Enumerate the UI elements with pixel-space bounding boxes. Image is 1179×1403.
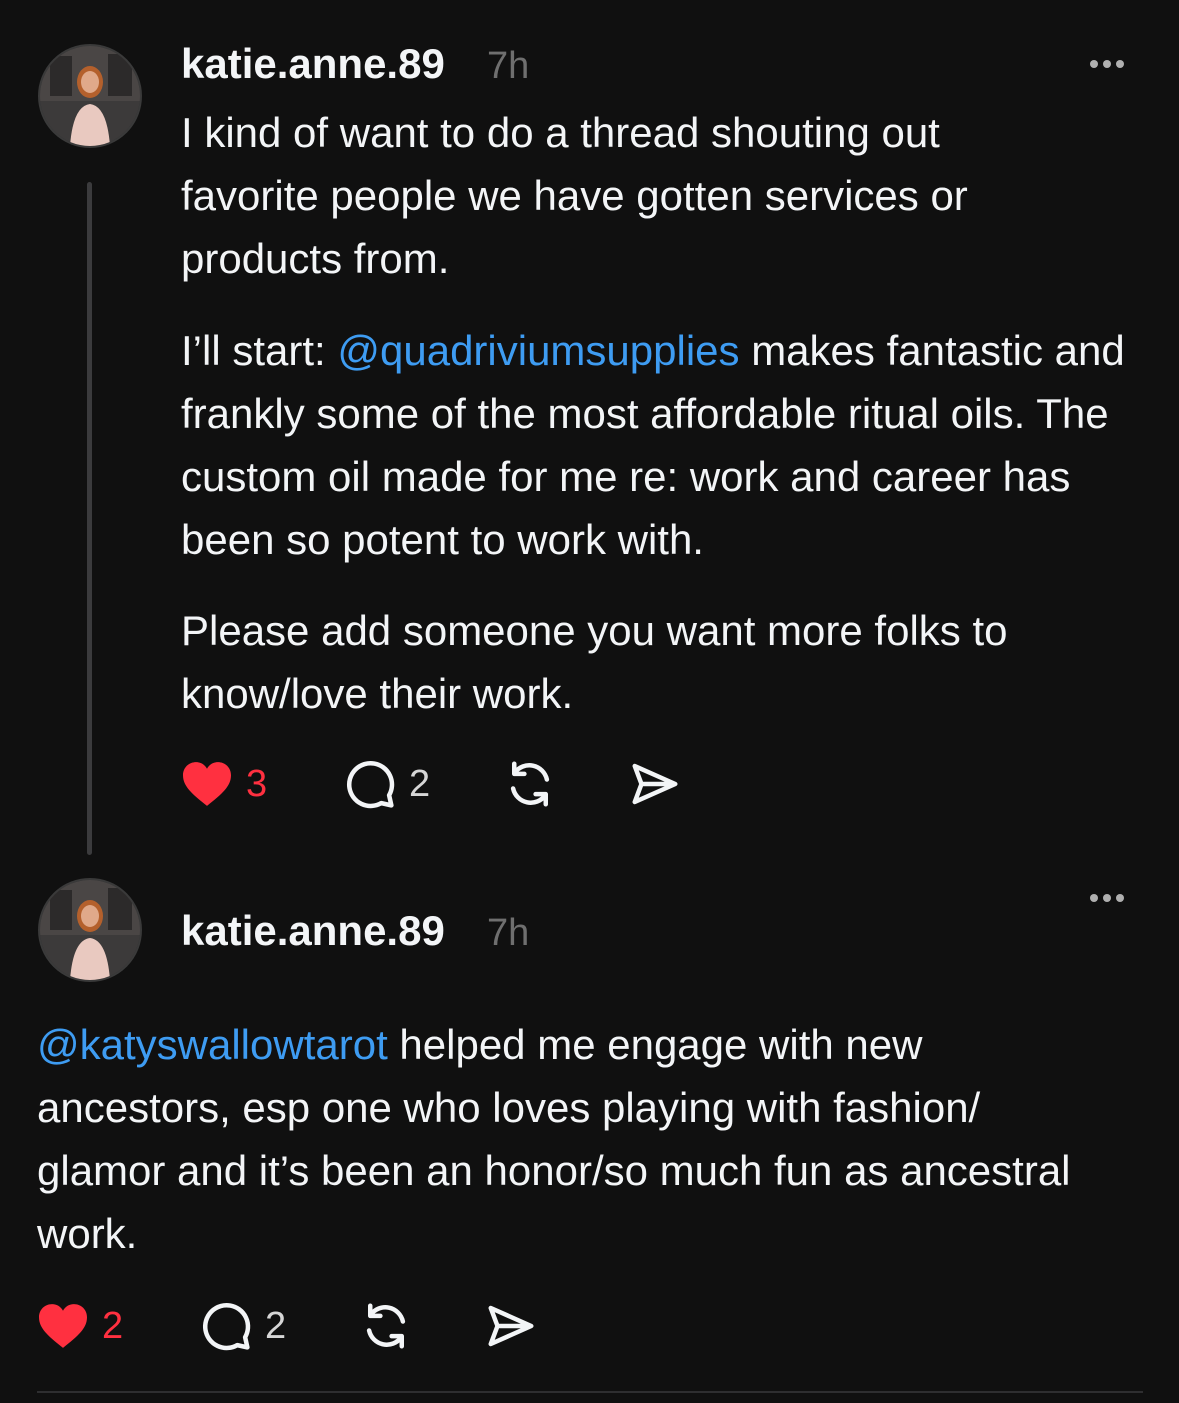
post-text: I kind of want to do a thread shouting o… — [181, 109, 968, 282]
reply-count: 2 — [409, 763, 431, 805]
divider — [37, 1391, 1143, 1393]
more-dot-icon — [1090, 894, 1098, 902]
reply-count: 2 — [265, 1305, 287, 1347]
post-paragraph: Please add someone you want more folks t… — [181, 599, 1101, 725]
more-options-button[interactable] — [1090, 888, 1124, 908]
post-text: Please add someone you want more folks t… — [181, 607, 1008, 717]
more-dot-icon — [1103, 894, 1111, 902]
more-dot-icon — [1090, 60, 1098, 68]
heart-icon — [39, 1304, 87, 1348]
profile-photo-icon — [40, 46, 140, 146]
username[interactable]: katie.anne.89 — [181, 39, 445, 89]
post-paragraph: I kind of want to do a thread shouting o… — [181, 101, 1061, 290]
mention-link[interactable]: @katyswallowtarot — [37, 1021, 388, 1068]
post-time: 7h — [487, 45, 530, 87]
mention-link[interactable]: @quadriviumsupplies — [337, 327, 739, 374]
comment-icon — [347, 761, 395, 809]
like-count: 3 — [246, 763, 268, 805]
post-paragraph: I’ll start: @quadriviumsupplies makes fa… — [181, 319, 1141, 571]
share-button[interactable] — [484, 1296, 538, 1356]
thread-line — [87, 182, 92, 855]
like-button[interactable]: 2 — [36, 1296, 123, 1356]
reply-button[interactable]: 2 — [199, 1296, 286, 1356]
send-icon — [632, 763, 678, 805]
reply-button[interactable]: 2 — [343, 754, 430, 814]
repost-icon — [366, 1303, 406, 1349]
post-text: I’ll start: — [181, 327, 338, 374]
share-button[interactable] — [628, 754, 682, 814]
like-button[interactable]: 3 — [180, 754, 267, 814]
like-count: 2 — [102, 1305, 124, 1347]
more-dot-icon — [1116, 894, 1124, 902]
more-dot-icon — [1116, 60, 1124, 68]
repost-button[interactable] — [359, 1296, 413, 1356]
more-dot-icon — [1103, 60, 1111, 68]
comment-icon — [203, 1303, 251, 1351]
repost-button[interactable] — [503, 754, 557, 814]
avatar[interactable] — [38, 878, 142, 982]
profile-photo-icon — [40, 880, 140, 980]
repost-icon — [510, 761, 550, 807]
more-options-button[interactable] — [1090, 54, 1124, 74]
username[interactable]: katie.anne.89 — [181, 906, 445, 956]
send-icon — [488, 1305, 534, 1347]
post-time: 7h — [487, 912, 530, 954]
avatar[interactable] — [38, 44, 142, 148]
heart-icon — [183, 762, 231, 806]
post-paragraph: @katyswallowtarot helped me engage with … — [37, 1013, 1097, 1265]
